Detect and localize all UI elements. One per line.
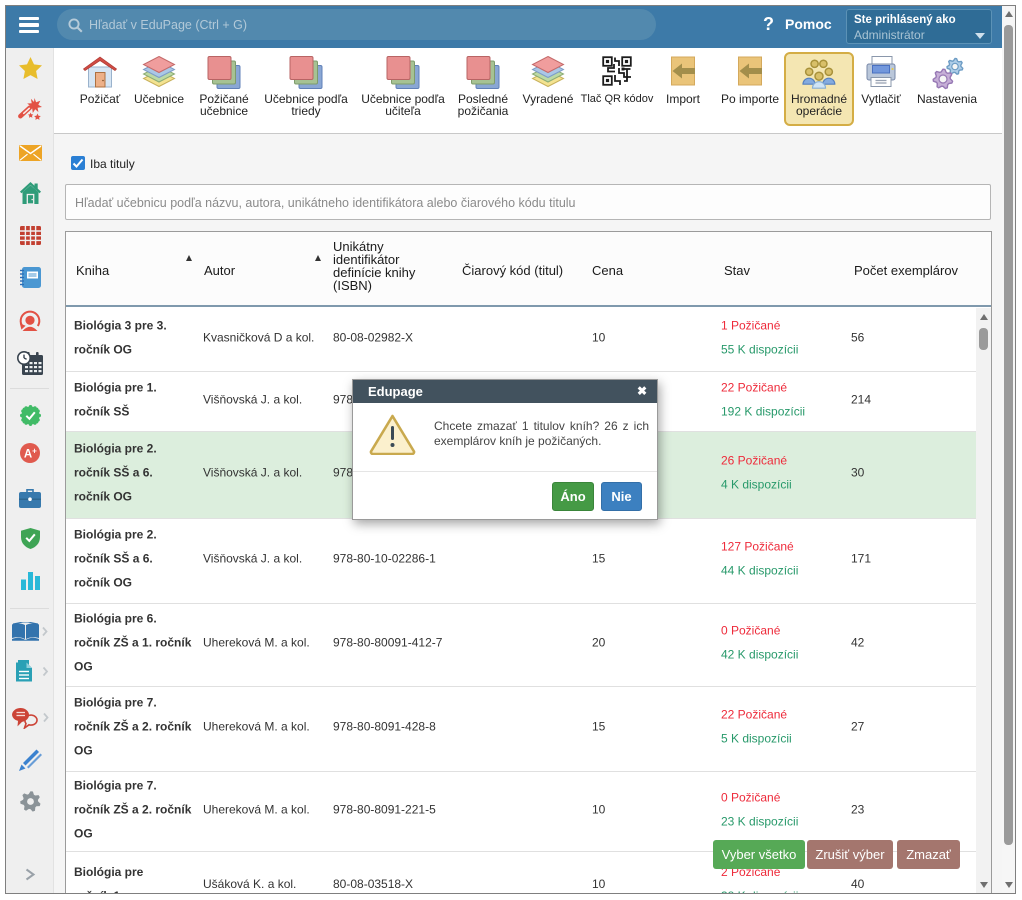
svg-text:A: A — [24, 449, 32, 461]
svg-text:+: + — [32, 447, 37, 456]
